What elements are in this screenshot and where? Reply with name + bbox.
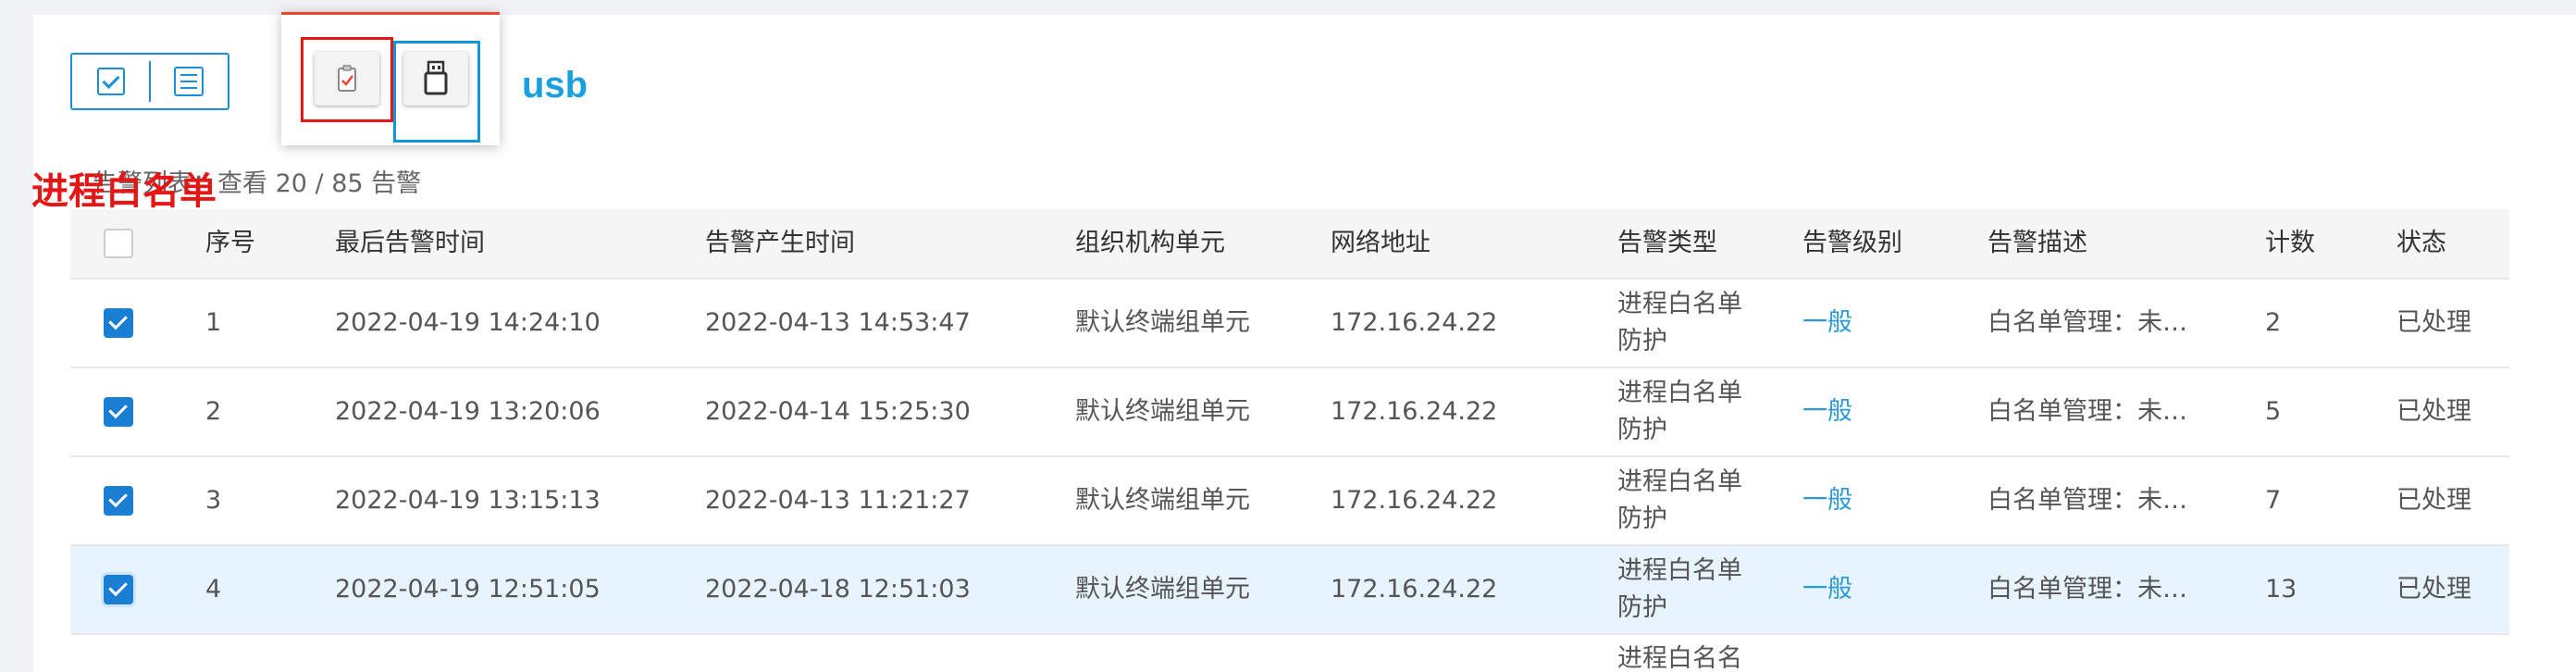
table-row[interactable]: 3 2022-04-19 13:15:13 2022-04-13 11:21:2… [70,457,2509,546]
row-level-link[interactable]: 一般 [1802,457,1852,544]
header-ip[interactable]: 网络地址 [1331,209,1430,278]
row-type: 进程白名单防护 [1617,379,1742,444]
row-type: 进程白名名 [1617,644,1742,672]
header-no[interactable]: 序号 [205,209,255,278]
row-count: 13 [2265,575,2297,604]
row-last-time: 2022-04-19 12:51:05 [335,575,601,604]
list-view-button[interactable] [151,55,228,108]
row-org: 默认终端组单元 [1075,308,1250,337]
row-count: 7 [2265,486,2282,515]
usb-annotation: usb [522,65,588,106]
row-count: 2 [2265,308,2282,337]
row-desc: 白名单管理：未… [1988,308,2187,337]
list-view-icon [174,67,204,96]
row-checkbox[interactable] [104,308,133,338]
header-type[interactable]: 告警类型 [1617,209,1747,278]
usb-highlight-box [393,41,480,143]
row-desc: 白名单管理：未… [1988,486,2187,515]
row-checkbox-cell [104,546,133,633]
table-row[interactable]: 4 2022-04-19 12:51:05 2022-04-18 12:51:0… [70,546,2509,635]
row-last-time: 2022-04-19 13:20:06 [335,397,601,426]
row-level-link[interactable]: 一般 [1802,280,1852,367]
row-first-time: 2022-04-13 14:53:47 [705,308,971,337]
row-level-link[interactable]: 一般 [1802,546,1852,633]
header-desc[interactable]: 告警描述 [1988,209,2087,278]
table-header: 序号 最后告警时间 告警产生时间 组织机构单元 网络地址 告警类型 告警级别 告… [70,209,2509,280]
row-checkbox[interactable] [104,575,133,604]
row-first-time: 2022-04-18 12:51:03 [705,575,971,604]
row-no: 1 [205,308,222,337]
row-first-time: 2022-04-13 11:21:27 [705,486,971,515]
select-all-checkbox[interactable] [104,229,133,258]
row-org: 默认终端组单元 [1075,397,1250,426]
row-checkbox[interactable] [104,486,133,516]
row-ip: 172.16.24.22 [1331,486,1498,515]
header-count[interactable]: 计数 [2265,209,2315,278]
row-level-link[interactable]: 一般 [1802,368,1852,455]
checkbox-view-button[interactable] [72,55,149,108]
row-checkbox-cell [104,457,133,544]
row-ip: 172.16.24.22 [1331,308,1498,337]
row-last-time: 2022-04-19 14:24:10 [335,308,601,337]
row-no: 4 [205,575,222,604]
select-all-cell [104,209,133,278]
header-first-time[interactable]: 告警产生时间 [705,209,855,278]
row-ip: 172.16.24.22 [1331,397,1498,426]
row-status: 已处理 [2396,397,2471,426]
row-no: 2 [205,397,222,426]
header-org[interactable]: 组织机构单元 [1075,209,1225,278]
row-ip: 172.16.24.22 [1331,575,1498,604]
row-type: 进程白名单防护 [1617,290,1742,355]
row-desc: 白名单管理：未… [1988,575,2187,604]
view-toggle [70,53,229,110]
row-count: 5 [2265,397,2282,426]
checkbox-view-icon [96,68,125,95]
row-first-time: 2022-04-14 15:25:30 [705,397,971,426]
table-row[interactable]: 1 2022-04-19 14:24:10 2022-04-13 14:53:4… [70,280,2509,368]
row-type: 进程白名单防护 [1617,467,1742,533]
row-desc: 白名单管理：未… [1988,397,2187,426]
header-level[interactable]: 告警级别 [1802,209,1902,278]
table-row-partial[interactable]: 进程白名名 [70,635,2509,672]
row-last-time: 2022-04-19 13:15:13 [335,486,601,515]
row-status: 已处理 [2396,308,2471,337]
table-row[interactable]: 2 2022-04-19 13:20:06 2022-04-14 15:25:3… [70,368,2509,457]
row-type: 进程白名单防护 [1617,556,1742,622]
alarm-table: 序号 最后告警时间 告警产生时间 组织机构单元 网络地址 告警类型 告警级别 告… [70,209,2509,672]
row-checkbox[interactable] [104,397,133,427]
row-status: 已处理 [2396,575,2471,604]
row-no: 3 [205,486,222,515]
whitelist-annotation: 进程白名单 [31,170,217,213]
row-checkbox-cell [104,368,133,455]
header-last-time[interactable]: 最后告警时间 [335,209,485,278]
row-org: 默认终端组单元 [1075,486,1250,515]
row-status: 已处理 [2396,486,2471,515]
header-status[interactable]: 状态 [2396,209,2446,278]
row-org: 默认终端组单元 [1075,575,1250,604]
whitelist-highlight-box [301,37,393,122]
row-checkbox-cell [104,280,133,367]
